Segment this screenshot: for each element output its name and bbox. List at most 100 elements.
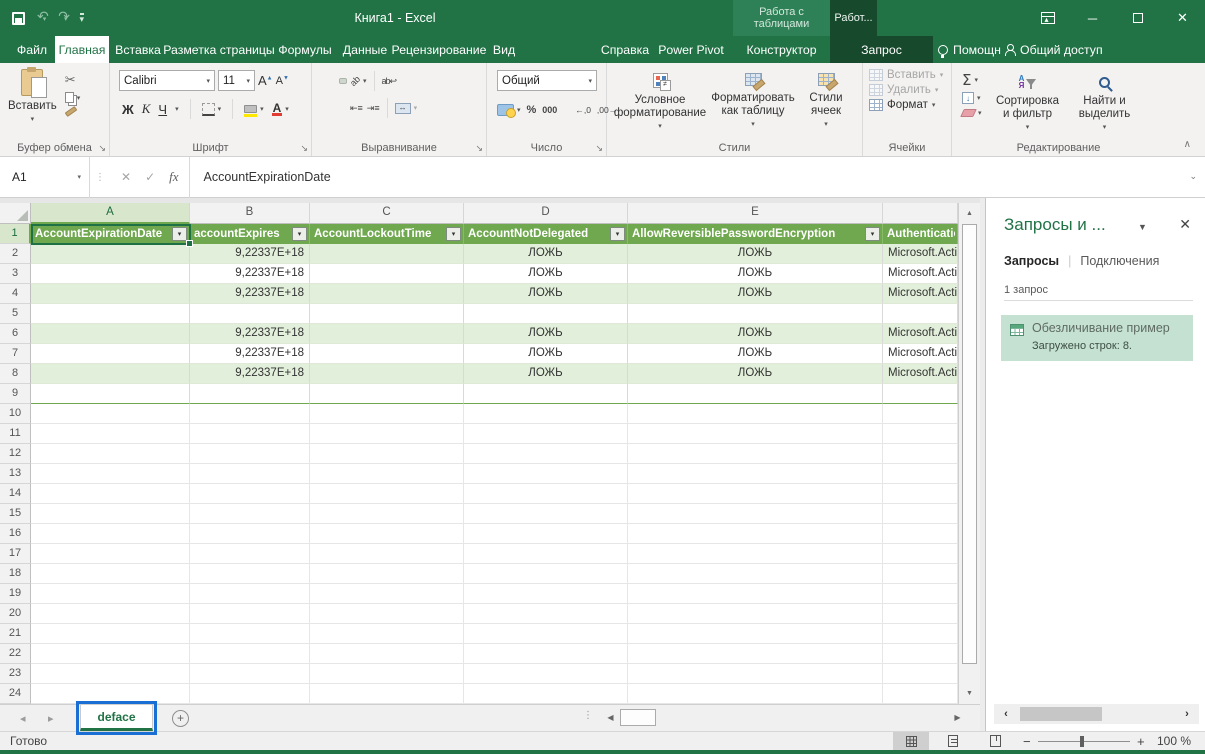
cell-C6[interactable] <box>310 324 464 344</box>
cell-D3[interactable]: ЛОЖЬ <box>464 264 628 284</box>
tab-view[interactable]: Вид <box>487 36 521 63</box>
cell-E18[interactable] <box>628 564 883 584</box>
find-select-button[interactable]: Найти и выделить ▾ <box>1074 71 1136 134</box>
cell-F20[interactable] <box>883 604 958 624</box>
cell-E7[interactable]: ЛОЖЬ <box>628 344 883 364</box>
cell-F18[interactable] <box>883 564 958 584</box>
name-box[interactable]: A1 ▾ <box>0 157 90 198</box>
ribbon-display-options-button[interactable] <box>1025 0 1070 36</box>
row-header-12[interactable]: 12 <box>0 444 31 464</box>
row-header-10[interactable]: 10 <box>0 404 31 424</box>
scroll-right-icon[interactable]: ▶ <box>949 709 966 726</box>
tell-me-assistant[interactable]: Помощн <box>938 36 1001 63</box>
panel-horizontal-scrollbar[interactable]: ‹ › <box>994 704 1199 724</box>
cell-C7[interactable] <box>310 344 464 364</box>
row-header-2[interactable]: 2 <box>0 244 31 264</box>
cell-A17[interactable] <box>31 544 190 564</box>
cell-B11[interactable] <box>190 424 310 444</box>
row-header-23[interactable]: 23 <box>0 664 31 684</box>
minimize-button[interactable]: ─ <box>1070 0 1115 36</box>
cell-B20[interactable] <box>190 604 310 624</box>
cell-B23[interactable] <box>190 664 310 684</box>
sheet-nav-left-icon[interactable]: ◂ <box>20 712 26 725</box>
zoom-level[interactable]: 100 % <box>1157 734 1191 748</box>
cell-C24[interactable] <box>310 684 464 704</box>
cell-D18[interactable] <box>464 564 628 584</box>
cell-C20[interactable] <box>310 604 464 624</box>
row-header-13[interactable]: 13 <box>0 464 31 484</box>
cell-B8[interactable]: 9,22337E+18 <box>190 364 310 384</box>
share-button[interactable]: Общий доступ <box>1004 36 1103 63</box>
filter-button-A[interactable]: ▾ <box>172 227 187 241</box>
cell-D15[interactable] <box>464 504 628 524</box>
cell-C18[interactable] <box>310 564 464 584</box>
cell-B12[interactable] <box>190 444 310 464</box>
cell-E4[interactable]: ЛОЖЬ <box>628 284 883 304</box>
row-header-20[interactable]: 20 <box>0 604 31 624</box>
copy-button[interactable]: ▾ <box>65 92 81 103</box>
cell-F24[interactable] <box>883 684 958 704</box>
cell-D2[interactable]: ЛОЖЬ <box>464 244 628 264</box>
normal-view-button[interactable] <box>893 732 929 750</box>
row-header-14[interactable]: 14 <box>0 484 31 504</box>
cell-E23[interactable] <box>628 664 883 684</box>
cell-B15[interactable] <box>190 504 310 524</box>
tab-power-pivot[interactable]: Power Pivot <box>652 36 730 63</box>
cell-A8[interactable] <box>31 364 190 384</box>
cell-B19[interactable] <box>190 584 310 604</box>
cell-C23[interactable] <box>310 664 464 684</box>
cell-A3[interactable] <box>31 264 190 284</box>
percent-style-button[interactable]: % <box>527 104 537 116</box>
cell-E13[interactable] <box>628 464 883 484</box>
column-header-A[interactable]: A <box>31 203 190 224</box>
row-header-6[interactable]: 6 <box>0 324 31 344</box>
scroll-up-icon[interactable]: ▲ <box>961 205 978 222</box>
decrease-indent-icon[interactable]: ⇤≡ <box>350 103 363 114</box>
cell-D23[interactable] <box>464 664 628 684</box>
cell-E19[interactable] <box>628 584 883 604</box>
align-right-button[interactable] <box>340 106 346 110</box>
cell-C10[interactable] <box>310 404 464 424</box>
cancel-entry-icon[interactable]: ✕ <box>121 170 131 184</box>
merge-center-button[interactable]: ↔▾ <box>395 103 418 114</box>
row-header-15[interactable]: 15 <box>0 504 31 524</box>
cell-C19[interactable] <box>310 584 464 604</box>
row-header-18[interactable]: 18 <box>0 564 31 584</box>
cell-D13[interactable] <box>464 464 628 484</box>
cell-F6[interactable]: Microsoft.Acti <box>883 324 958 344</box>
align-middle-button[interactable] <box>330 79 336 83</box>
align-left-button[interactable] <box>320 106 326 110</box>
column-header-D[interactable]: D <box>464 203 628 224</box>
cell-B16[interactable] <box>190 524 310 544</box>
cell-C5[interactable] <box>310 304 464 324</box>
new-sheet-icon[interactable]: + <box>172 710 189 727</box>
cell-A4[interactable] <box>31 284 190 304</box>
cell-D14[interactable] <box>464 484 628 504</box>
cell-D19[interactable] <box>464 584 628 604</box>
row-header-8[interactable]: 8 <box>0 364 31 384</box>
collapse-ribbon-icon[interactable]: ∧ <box>1184 139 1191 150</box>
cell-D7[interactable]: ЛОЖЬ <box>464 344 628 364</box>
cell-A15[interactable] <box>31 504 190 524</box>
row-header-11[interactable]: 11 <box>0 424 31 444</box>
horizontal-scrollbar-thumb[interactable] <box>620 709 656 726</box>
cell-B5[interactable] <box>190 304 310 324</box>
expand-formula-bar-icon[interactable]: ⌄ <box>1189 171 1197 182</box>
cell-E6[interactable]: ЛОЖЬ <box>628 324 883 344</box>
cell-B4[interactable]: 9,22337E+18 <box>190 284 310 304</box>
sort-filter-button[interactable]: АЯ Сортировка и фильтр ▾ <box>992 71 1064 134</box>
number-format-combo[interactable]: Общий▾ <box>497 70 597 91</box>
tab-bar-splitter[interactable]: ⋮ <box>583 710 593 721</box>
cell-E3[interactable]: ЛОЖЬ <box>628 264 883 284</box>
query-list-item[interactable]: Обезличивание пример Загружено строк: 8. <box>1001 315 1193 361</box>
cell-B22[interactable] <box>190 644 310 664</box>
cell-E17[interactable] <box>628 544 883 564</box>
cell-A18[interactable] <box>31 564 190 584</box>
conditional-formatting-button[interactable]: Условное форматирование ▾ <box>617 73 703 133</box>
cell-A19[interactable] <box>31 584 190 604</box>
cell-F5[interactable] <box>883 304 958 324</box>
close-button[interactable]: ✕ <box>1160 0 1205 36</box>
row-header-9[interactable]: 9 <box>0 384 31 404</box>
fill-button[interactable]: ↓▾ <box>962 92 982 104</box>
accounting-format-button[interactable]: ▾ <box>497 104 521 116</box>
